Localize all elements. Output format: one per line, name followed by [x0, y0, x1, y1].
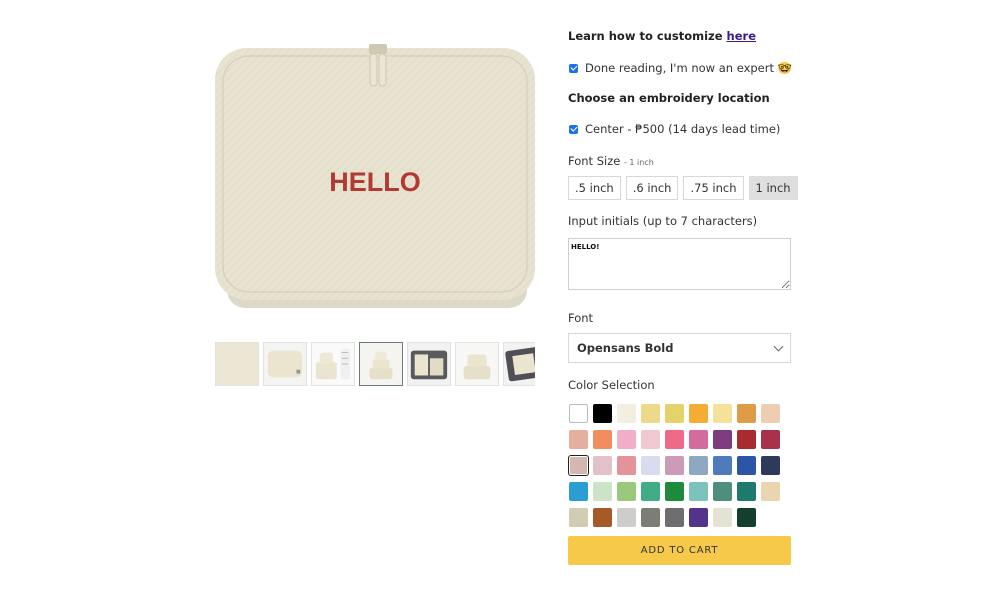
color-swatch-41[interactable] — [665, 508, 684, 527]
color-swatch-22[interactable] — [641, 456, 660, 475]
color-swatch-8[interactable] — [737, 404, 756, 423]
thumbnail-4[interactable] — [359, 342, 403, 386]
location-center-row[interactable]: Center - ₱500 (14 days lead time) — [569, 122, 780, 136]
initials-input[interactable]: HELLO! — [568, 238, 791, 290]
embroidery-text: HELLO — [329, 167, 421, 197]
color-swatch-32[interactable] — [665, 482, 684, 501]
color-swatch-4[interactable] — [641, 404, 660, 423]
done-reading-label: Done reading, I'm now an expert 🤓 — [585, 61, 792, 75]
done-reading-row[interactable]: Done reading, I'm now an expert 🤓 — [569, 61, 792, 75]
color-swatch-43[interactable] — [713, 508, 732, 527]
color-swatch-36[interactable] — [761, 482, 780, 501]
color-swatch-15[interactable] — [689, 430, 708, 449]
color-swatch-1[interactable] — [569, 404, 588, 423]
font-label: Font — [568, 311, 594, 325]
initials-label: Input initials (up to 7 characters) — [568, 214, 758, 228]
color-swatch-21[interactable] — [617, 456, 636, 475]
color-swatch-3[interactable] — [617, 404, 636, 423]
color-swatch-5[interactable] — [665, 404, 684, 423]
color-swatch-grid — [568, 404, 780, 527]
font-size-option-1[interactable]: 1 inch — [748, 176, 798, 200]
color-swatch-33[interactable] — [689, 482, 708, 501]
color-swatch-26[interactable] — [737, 456, 756, 475]
add-to-cart-button[interactable]: ADD TO CART — [568, 536, 791, 565]
font-select[interactable]: Opensans Bold — [568, 333, 791, 363]
color-swatch-28[interactable] — [569, 482, 588, 501]
color-swatch-35[interactable] — [737, 482, 756, 501]
product-main-image: HELLO — [205, 30, 545, 320]
learn-prefix: Learn how to customize — [568, 29, 727, 43]
color-swatch-25[interactable] — [713, 456, 732, 475]
color-swatch-31[interactable] — [641, 482, 660, 501]
color-swatch-23[interactable] — [665, 456, 684, 475]
color-swatch-34[interactable] — [713, 482, 732, 501]
thumbnail-strip — [215, 342, 535, 388]
color-swatch-17[interactable] — [737, 430, 756, 449]
color-swatch-30[interactable] — [617, 482, 636, 501]
color-swatch-16[interactable] — [713, 430, 732, 449]
color-swatch-11[interactable] — [593, 430, 612, 449]
color-swatch-9[interactable] — [761, 404, 780, 423]
customize-help-link[interactable]: here — [727, 29, 756, 43]
thumbnail-1[interactable] — [215, 342, 259, 386]
chevron-down-icon — [773, 341, 784, 352]
color-swatch-18[interactable] — [761, 430, 780, 449]
font-size-option-0-75[interactable]: .75 inch — [683, 176, 744, 200]
font-size-option-0-6[interactable]: .6 inch — [625, 176, 679, 200]
color-swatch-2[interactable] — [593, 404, 612, 423]
font-size-label-row: Font Size - 1 inch — [568, 154, 654, 168]
color-swatch-13[interactable] — [641, 430, 660, 449]
learn-customize-text: Learn how to customize here — [568, 29, 756, 43]
thumbnail-7[interactable] — [503, 342, 535, 386]
embroidery-location-heading: Choose an embroidery location — [568, 91, 770, 105]
thumbnail-2[interactable] — [263, 342, 307, 386]
color-selection-label: Color Selection — [568, 378, 655, 392]
font-size-option-0-5[interactable]: .5 inch — [568, 176, 621, 200]
thumbnail-3[interactable] — [311, 342, 355, 386]
color-swatch-44[interactable] — [737, 508, 756, 527]
font-size-label: Font Size — [568, 154, 621, 168]
color-swatch-37[interactable] — [569, 508, 588, 527]
color-swatch-10[interactable] — [569, 430, 588, 449]
color-swatch-39[interactable] — [617, 508, 636, 527]
color-swatch-27[interactable] — [761, 456, 780, 475]
color-swatch-42[interactable] — [689, 508, 708, 527]
font-select-value: Opensans Bold — [577, 341, 674, 355]
font-size-options: .5 inch .6 inch .75 inch 1 inch — [568, 176, 798, 200]
thumbnail-5[interactable] — [407, 342, 451, 386]
color-swatch-19[interactable] — [568, 455, 589, 476]
thumbnail-6[interactable] — [455, 342, 499, 386]
color-swatch-40[interactable] — [641, 508, 660, 527]
color-swatch-12[interactable] — [617, 430, 636, 449]
color-swatch-7[interactable] — [713, 404, 732, 423]
font-size-selected-note: - 1 inch — [623, 158, 654, 167]
color-swatch-29[interactable] — [593, 482, 612, 501]
done-reading-checkbox[interactable] — [569, 63, 578, 73]
color-swatch-24[interactable] — [689, 456, 708, 475]
color-swatch-6[interactable] — [689, 404, 708, 423]
location-center-checkbox[interactable] — [569, 124, 578, 134]
color-swatch-38[interactable] — [593, 508, 612, 527]
location-center-label: Center - ₱500 (14 days lead time) — [585, 122, 781, 136]
color-swatch-14[interactable] — [665, 430, 684, 449]
color-swatch-20[interactable] — [593, 456, 612, 475]
